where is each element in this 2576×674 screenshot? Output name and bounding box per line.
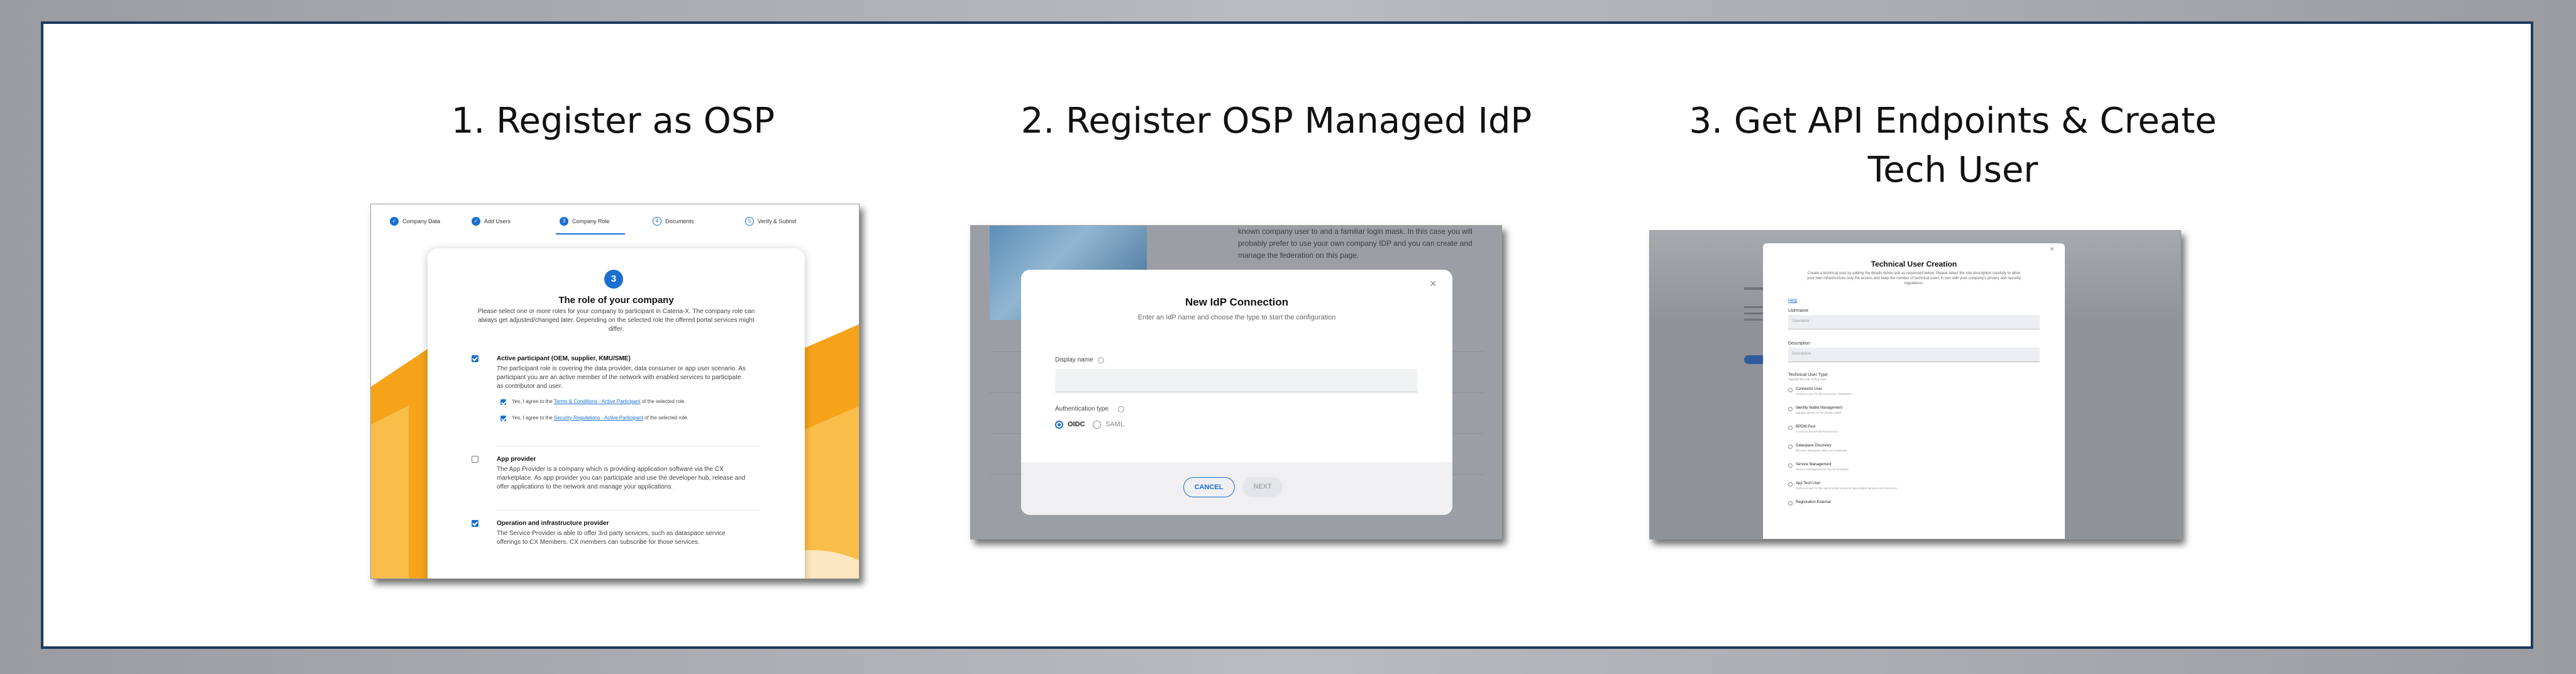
agreement-link-2[interactable]: Security Regulations - Active Participan… <box>554 415 643 421</box>
idp-connection-screenshot: known company user to and a familiar log… <box>970 225 1502 539</box>
step3-title-line2: Tech User <box>1867 150 2038 191</box>
cancel-label: CANCEL <box>1194 483 1224 491</box>
help-link[interactable]: Help <box>1788 299 1797 303</box>
stepper-step-5-label[interactable]: Verify & Submit <box>758 218 797 224</box>
stepper-step-5-number: 5 <box>748 218 751 224</box>
type-radio-6[interactable] <box>1788 482 1793 487</box>
stepper-step-1-label[interactable]: Company Data <box>402 218 440 224</box>
agreement-text-1: Yes, I agree to the Terms & Conditions -… <box>512 399 686 404</box>
modal-footer <box>1021 462 1452 515</box>
type-label-2: Identity Wallet Management <box>1796 406 1843 410</box>
active-step-underline <box>556 233 625 235</box>
role-title-1: Active participant (OEM, supplier, KMU/S… <box>497 355 631 362</box>
auth-type-label: Authentication type <box>1055 406 1109 412</box>
username-placeholder: Username <box>1792 319 1810 323</box>
type-sublabel-6: Technical user for the app provider to a… <box>1796 487 1897 490</box>
type-sublabel-2: Manage access to the identity wallet <box>1796 411 1842 414</box>
modal-subtitle: Enter an IdP name and choose the type to… <box>1137 314 1336 321</box>
role-checkbox-1[interactable] <box>472 355 478 362</box>
cancel-button[interactable]: CANCEL <box>1183 477 1235 497</box>
type-label-3: BPDM Pool <box>1796 425 1816 429</box>
type-label-6: App Tech User <box>1796 482 1821 485</box>
tech-user-modal: × Technical User Creation Create a techn… <box>1763 243 2065 539</box>
type-sublabel-1: Technical user for the connector / Datas… <box>1796 392 1852 395</box>
new-idp-modal: × New IdP Connection Enter an IdP name a… <box>1021 270 1452 515</box>
stepper-step-2-number: ✓ <box>473 218 478 224</box>
type-hint: Specify the role of this user <box>1788 378 1827 382</box>
role-checkbox-2[interactable] <box>472 456 478 463</box>
oidc-label: OIDC <box>1068 421 1085 428</box>
type-sublabel-3: Access to the BPDM Pool service <box>1796 430 1838 433</box>
agreement-checkbox-2[interactable] <box>500 416 506 421</box>
stepper-step-4-number: 4 <box>655 218 659 224</box>
company-role-screenshot: ✓ Company Data ✓ Add Users 3 Company Role 4 Doc… <box>370 204 860 579</box>
close-icon[interactable]: × <box>2050 245 2054 253</box>
stepper-step-4-label[interactable]: Documents <box>665 218 694 224</box>
slide: 1. Register as OSP 2. Register OSP Manag… <box>41 21 2533 649</box>
type-label-1: Connector User <box>1796 387 1823 391</box>
display-name-input[interactable] <box>1055 369 1417 392</box>
background-pill <box>1744 355 1766 364</box>
role-description-2: The App Provider is a company which is p… <box>497 466 746 490</box>
saml-radio[interactable] <box>1093 421 1101 429</box>
step-badge-number: 3 <box>611 273 617 284</box>
close-icon[interactable]: × <box>1430 277 1437 290</box>
role-divider <box>497 510 761 511</box>
background-text: known company user to and a familiar log… <box>1238 227 1473 260</box>
oidc-radio[interactable] <box>1055 421 1063 429</box>
type-radio-1[interactable] <box>1788 388 1793 392</box>
display-name-label: Display name <box>1055 356 1093 363</box>
role-heading: The role of your company <box>558 295 674 306</box>
agreement-link-1[interactable]: Terms & Conditions - Active Participant <box>554 399 641 404</box>
role-description-3: The Service Provider is able to offer 3r… <box>497 530 726 546</box>
role-description-1: The participant role is covering the dat… <box>497 365 746 390</box>
modal-title: New IdP Connection <box>1185 296 1289 308</box>
tech-user-screenshot: × Technical User Creation Create a techn… <box>1649 230 2181 539</box>
type-label-5: Service Management <box>1796 463 1832 467</box>
description-label: Description <box>1788 341 1811 346</box>
role-title-3: Operation and infrastructure provider <box>497 520 609 527</box>
stepper-step-3-number: 3 <box>562 218 566 224</box>
role-card: 3 The role of your company Please select… <box>428 248 805 578</box>
type-radio-2[interactable] <box>1788 407 1793 411</box>
agreement-checkbox-1[interactable] <box>500 399 506 405</box>
registration-stepper: ✓ Company Data ✓ Add Users 3 Company Role 4 Doc… <box>371 204 859 239</box>
saml-label: SAML <box>1105 421 1124 428</box>
stepper-step-1-number: ✓ <box>392 218 397 224</box>
type-label-7: Registration External <box>1796 500 1831 504</box>
info-icon <box>1098 357 1104 363</box>
description-placeholder: Description <box>1792 352 1811 356</box>
agreement-text-2: Yes, I agree to the Security Regulations… <box>512 415 688 421</box>
type-label-4: Dataspace Discovery <box>1796 444 1832 448</box>
type-radio-3[interactable] <box>1788 426 1793 430</box>
step2-title: 2. Register OSP Managed IdP <box>1020 101 1532 141</box>
next-button[interactable]: NEXT <box>1242 477 1283 497</box>
role-title-2: App provider <box>497 456 536 463</box>
modal-title: Technical User Creation <box>1871 260 1957 268</box>
stepper-step-3-label[interactable]: Company Role <box>572 218 610 224</box>
username-input[interactable] <box>1788 315 2040 329</box>
modal-description: Create a technical user by adding the de… <box>1807 272 2021 285</box>
role-intro: Please select one or more roles for your… <box>477 308 755 333</box>
next-label: NEXT <box>1253 483 1272 490</box>
username-label: Username <box>1788 309 1809 313</box>
type-radio-5[interactable] <box>1788 463 1793 468</box>
type-sublabel-5: Service management for service providers <box>1796 468 1849 471</box>
step1-title: 1. Register as OSP <box>451 101 775 141</box>
description-input[interactable] <box>1788 348 2040 362</box>
type-label: Technical User Type <box>1788 373 1828 377</box>
role-checkbox-3[interactable] <box>472 520 478 527</box>
step3-title-line1: 3. Get API Endpoints & Create <box>1689 101 2217 141</box>
type-radio-4[interactable] <box>1788 445 1793 449</box>
type-radio-7[interactable] <box>1788 501 1793 505</box>
info-icon <box>1118 406 1124 412</box>
stepper-step-2-label[interactable]: Add Users <box>484 218 511 224</box>
type-sublabel-4: Discover dataspace offers and endpoints <box>1796 449 1847 452</box>
